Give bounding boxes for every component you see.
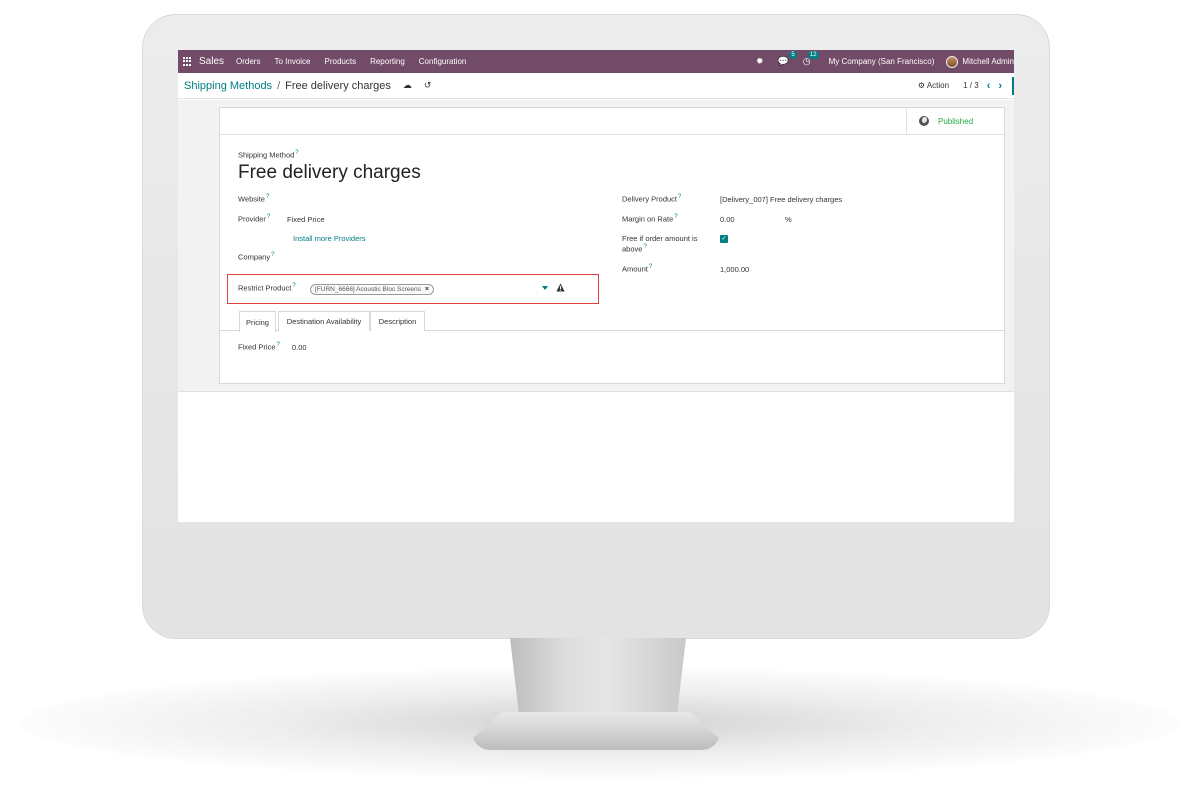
- action-label: Action: [926, 81, 950, 90]
- save-cloud-icon[interactable]: ☁: [403, 80, 412, 91]
- menu-to-invoice[interactable]: To Invoice: [274, 57, 310, 66]
- fixed-price-field[interactable]: 0.00: [292, 343, 307, 352]
- help-icon[interactable]: ?: [292, 283, 295, 289]
- discard-undo-icon[interactable]: ↺: [424, 80, 432, 91]
- pager-next-icon[interactable]: ›: [998, 80, 1002, 92]
- dropdown-caret-icon[interactable]: [542, 286, 548, 290]
- menu-configuration[interactable]: Configuration: [419, 57, 467, 66]
- menu-reporting[interactable]: Reporting: [370, 57, 405, 66]
- published-label: Published: [938, 116, 974, 126]
- restrict-product-tag: [FURN_6666] Acoustic Bloc Screens ×: [310, 284, 434, 295]
- restrict-product-highlight: Restrict Product? [FURN_6666] Acoustic B…: [227, 274, 599, 304]
- provider-label: Provider?: [238, 214, 271, 224]
- shipping-method-label: Shipping Method?: [238, 150, 299, 160]
- margin-percent-unit: %: [785, 215, 792, 224]
- free-if-label: Free if order amount is: [622, 234, 698, 243]
- tab-destination-availability[interactable]: Destination Availability: [278, 311, 370, 331]
- notebook-tabs: Pricing Destination Availability Descrip…: [220, 311, 1004, 332]
- user-avatar[interactable]: [946, 55, 959, 68]
- form-sheet: Published Shipping Method? Free delivery…: [219, 107, 1005, 384]
- amount-label: Amount?: [622, 264, 653, 274]
- help-icon[interactable]: ?: [295, 150, 298, 156]
- globe-icon: [919, 116, 929, 126]
- company-switcher[interactable]: My Company (San Francisco): [829, 57, 935, 66]
- fixed-price-label: Fixed Price?: [238, 342, 280, 352]
- activities-badge: 12: [807, 51, 819, 59]
- delivery-product-field[interactable]: [Delivery_007] Free delivery charges: [720, 195, 842, 204]
- company-label: Company?: [238, 252, 275, 262]
- help-icon[interactable]: ?: [277, 342, 280, 348]
- control-panel-edge: [1012, 76, 1014, 95]
- app-name[interactable]: Sales: [199, 56, 224, 67]
- action-menu-button[interactable]: ⚙ Action: [918, 81, 949, 90]
- pager-previous-icon[interactable]: ‹: [987, 80, 991, 92]
- help-icon[interactable]: ?: [649, 264, 652, 270]
- help-icon[interactable]: ?: [674, 214, 677, 220]
- help-icon[interactable]: ?: [266, 194, 269, 200]
- breadcrumb-current: Free delivery charges: [285, 79, 391, 92]
- activities-clock-icon[interactable]: ◷ 12: [803, 51, 819, 67]
- menu-orders[interactable]: Orders: [236, 57, 260, 66]
- margin-on-rate-field[interactable]: 0.00: [720, 215, 735, 224]
- apps-menu-icon[interactable]: [183, 57, 192, 66]
- help-icon[interactable]: ?: [678, 194, 681, 200]
- messages-badge: 5: [789, 51, 797, 59]
- published-toggle-button[interactable]: Published: [906, 108, 1004, 134]
- free-if-checkbox[interactable]: ✓: [720, 235, 728, 243]
- breadcrumb-separator: /: [277, 79, 281, 92]
- breadcrumb-shipping-methods[interactable]: Shipping Methods: [184, 80, 272, 92]
- restrict-product-label: Restrict Product?: [238, 283, 296, 293]
- tab-description[interactable]: Description: [370, 311, 425, 331]
- delivery-product-label: Delivery Product?: [622, 194, 682, 204]
- pager-value[interactable]: 1 / 3: [963, 81, 979, 90]
- debug-bug-icon[interactable]: ✹: [756, 56, 764, 67]
- amount-field[interactable]: 1,000.00: [720, 265, 749, 274]
- gear-icon: ⚙: [917, 81, 926, 90]
- remove-tag-icon[interactable]: ×: [425, 286, 429, 293]
- record-title[interactable]: Free delivery charges: [238, 162, 421, 184]
- provider-field[interactable]: Fixed Price: [287, 215, 325, 224]
- warning-icon: [556, 283, 565, 292]
- top-navbar: Sales Orders To Invoice Products Reporti…: [178, 50, 1014, 73]
- button-box: Published: [220, 108, 1004, 135]
- free-if-label-cont: above?: [622, 244, 647, 254]
- website-label: Website?: [238, 194, 270, 204]
- messages-icon[interactable]: 💬 5: [778, 51, 797, 67]
- help-icon[interactable]: ?: [271, 252, 274, 258]
- monitor-stand-base: [472, 712, 720, 750]
- install-more-providers-link[interactable]: Install more Providers: [293, 234, 366, 243]
- tab-pricing[interactable]: Pricing: [239, 311, 276, 332]
- menu-products[interactable]: Products: [325, 57, 357, 66]
- help-icon[interactable]: ?: [267, 214, 270, 220]
- control-panel: Shipping Methods / Free delivery charges…: [178, 73, 1014, 99]
- help-icon[interactable]: ?: [643, 244, 646, 250]
- margin-on-rate-label: Margin on Rate?: [622, 214, 678, 224]
- user-menu[interactable]: Mitchell Admin: [962, 57, 1014, 66]
- monitor-screen: Sales Orders To Invoice Products Reporti…: [178, 50, 1014, 522]
